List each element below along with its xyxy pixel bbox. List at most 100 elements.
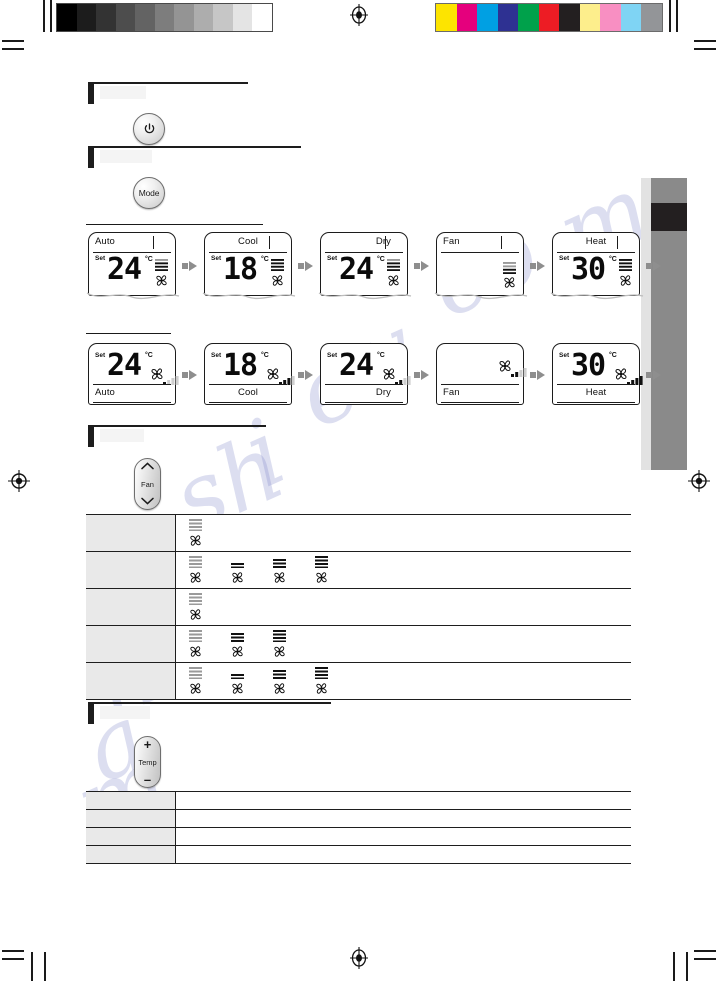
mode-button[interactable]: Mode: [133, 177, 165, 209]
mode-section-rule: [88, 146, 301, 148]
sequence-arrow: [530, 251, 546, 278]
lcd-divider: [441, 384, 519, 386]
fan-blade-icon: [272, 570, 287, 590]
torn-edge: [318, 292, 412, 300]
lcd-display: Fan: [434, 232, 528, 300]
temp-minus-icon[interactable]: –: [144, 773, 151, 786]
torn-edge: [550, 292, 644, 300]
temperature-row-value: [175, 827, 631, 846]
color-swatch-6: [559, 4, 580, 31]
fan-blade-icon: [272, 644, 287, 664]
fan-speed-icon-auto: [188, 666, 203, 696]
power-button[interactable]: [133, 113, 165, 145]
lcd-mode-label: Fan: [443, 387, 460, 398]
lcd-temperature-value: 24: [107, 252, 142, 287]
power-section-rule: [88, 82, 248, 84]
sequence-arrow: [298, 362, 314, 387]
power-section-tick: [88, 82, 94, 104]
mode-section-tick: [88, 146, 94, 168]
crop-mark-top-left-vertical: [43, 0, 45, 32]
fan-blade-icon: [230, 644, 245, 664]
grayscale-swatch-3: [115, 4, 135, 31]
fan-speed-icon-low: [230, 555, 245, 585]
lcd-set-label: Set: [95, 352, 106, 359]
mode-row-divider-top: [86, 224, 263, 226]
sequence-arrow-icon: [414, 369, 429, 380]
sequence-arrow-icon: [646, 260, 661, 271]
chapter-side-tab-marker: [651, 203, 687, 231]
crop-mark-top-right-horizontal: [694, 40, 716, 42]
lcd-display: Set 24 °C Dry: [320, 343, 411, 405]
lcd-torn-edge: [86, 290, 180, 304]
fan-speed-row-label: [86, 625, 176, 663]
fan-blade-icon: [230, 570, 245, 590]
fan-blade-icon: [188, 533, 203, 553]
temperature-section-rule: [88, 702, 331, 704]
fan-blade-icon: [188, 607, 203, 627]
lcd-torn-edge: [318, 290, 412, 304]
fan-speed-icon-auto: [188, 555, 203, 585]
lcd-mode-label: Cool: [238, 236, 258, 247]
registration-target-top: [348, 4, 370, 26]
lcd-tick-mark: [501, 236, 503, 249]
lcd-fan-signal-bars-icon: [511, 364, 528, 382]
temp-plus-icon[interactable]: +: [144, 738, 152, 751]
fan-section-title: [100, 429, 144, 442]
sequence-arrow-icon: [530, 260, 545, 271]
sequence-arrow: [298, 251, 314, 278]
grayscale-swatch-10: [252, 4, 272, 31]
mode-section-heading: [88, 146, 301, 168]
fan-speed-icon-high: [272, 629, 287, 659]
lcd-divider: [557, 384, 635, 386]
lcd-mode-label: Auto: [95, 387, 115, 398]
lcd-temperature-unit: °C: [145, 256, 153, 263]
lcd-tick-mark: [153, 236, 155, 249]
lcd-panel-cool: Cool Set 18 °C: [202, 232, 296, 300]
table-row: [86, 827, 631, 846]
crop-mark-bottom-right-vertical: [673, 952, 675, 981]
lcd-mode-label: Fan: [443, 236, 460, 247]
lcd-tick-mark: [617, 236, 619, 249]
fan-speed-row-icons: [175, 551, 631, 590]
color-swatch-7: [579, 4, 600, 31]
lcd-display: Auto Set 24 °C: [86, 232, 180, 300]
lcd-bottom-rule: [557, 402, 635, 404]
color-swatch-10: [641, 4, 662, 31]
lcd-temperature-unit: °C: [261, 352, 269, 359]
temperature-section-title: [100, 706, 150, 719]
grayscale-swatch-2: [96, 4, 116, 31]
lcd-display: Cool Set 18 °C: [202, 232, 296, 300]
lcd-display: Set 18 °C Cool: [204, 343, 295, 405]
color-swatch-5: [538, 4, 559, 31]
lcd-temperature-value: 24: [339, 348, 374, 383]
temp-button[interactable]: + Temp –: [134, 736, 161, 788]
crop-mark-bottom-left-horizontal-2: [2, 958, 24, 960]
fan-up-chevron-icon[interactable]: [141, 462, 154, 471]
fan-down-chevron-icon[interactable]: [141, 497, 154, 506]
grayscale-swatch-4: [135, 4, 155, 31]
fan-speed-row-label: [86, 662, 176, 700]
lcd-display: Set 24 °C Auto: [88, 343, 179, 405]
sequence-arrow: [646, 251, 662, 278]
fan-blade-icon: [188, 570, 203, 590]
grayscale-calibration-strip: [56, 3, 273, 32]
lcd-temperature-unit: °C: [261, 256, 269, 263]
sequence-arrow-icon: [182, 369, 197, 380]
temperature-row-label: [86, 809, 176, 828]
lcd-torn-edge: [550, 290, 644, 304]
crop-mark-bottom-right-horizontal: [694, 950, 716, 952]
lcd-display: Fan: [436, 343, 527, 405]
temperature-section-tick: [88, 702, 94, 724]
lcd-mode-label: Heat: [585, 387, 607, 398]
lcd-temperature-unit: °C: [377, 256, 385, 263]
lcd-panel-auto: Auto Set 24 °C: [86, 232, 180, 300]
fan-speed-icon-auto: [188, 592, 203, 622]
fan-button[interactable]: Fan: [134, 458, 161, 510]
fan-speed-row-label: [86, 514, 176, 552]
lcd-panel-dry: Dry Set 24 °C: [318, 232, 412, 300]
lcd-temperature-unit: °C: [377, 352, 385, 359]
lcd-torn-edge: [434, 290, 528, 304]
temperature-row-value: [175, 809, 631, 828]
lcd-panel-dry: Set 24 °C Dry: [320, 343, 411, 405]
fan-speed-row-icons: [175, 514, 631, 553]
